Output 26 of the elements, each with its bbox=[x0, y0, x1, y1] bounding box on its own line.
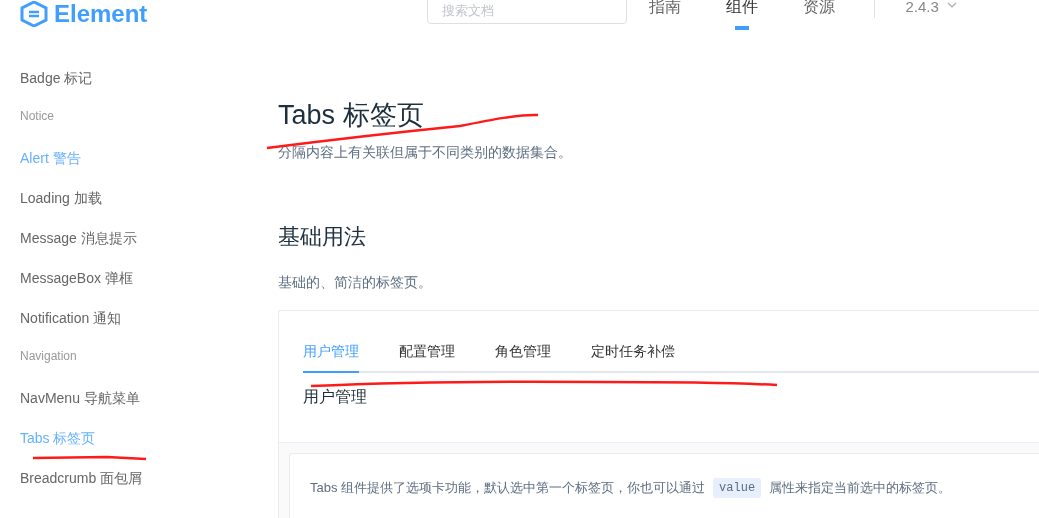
sidebar-item[interactable]: Notification 通知 bbox=[20, 308, 122, 348]
sidebar-group-title: Notice bbox=[20, 108, 54, 125]
nav-link[interactable]: 组件 bbox=[726, 0, 804, 34]
sidebar-item[interactable]: Badge 标记 bbox=[20, 68, 93, 108]
description-text: Tabs 组件提供了选项卡功能，默认选中第一个标签页，你也可以通过 bbox=[310, 479, 706, 497]
active-indicator bbox=[735, 26, 750, 30]
tab[interactable]: 角色管理 bbox=[495, 335, 551, 373]
sidebar-item[interactable]: MessageBox 弹框 bbox=[20, 268, 133, 308]
sidebar-item[interactable]: NavMenu 导航菜单 bbox=[20, 388, 140, 428]
inline-code: value bbox=[713, 478, 762, 498]
tab[interactable]: 配置管理 bbox=[399, 335, 455, 373]
description-text: 属性来指定当前选中的标签页。 bbox=[769, 479, 952, 497]
logo-shield-icon bbox=[20, 1, 48, 27]
sidebar-item[interactable]: Loading 加载 bbox=[20, 188, 102, 228]
chevron-down-icon bbox=[946, 0, 957, 10]
page-subtitle: 分隔内容上有关联但属于不同类别的数据集合。 bbox=[278, 144, 572, 162]
sidebar-item[interactable]: Breadcrumb 面包屑 bbox=[20, 468, 143, 508]
tab-content: 用户管理 bbox=[303, 387, 368, 407]
tab[interactable]: 定时任务补偿 bbox=[591, 335, 675, 373]
version-dropdown[interactable]: 2.4.3 bbox=[905, 0, 957, 14]
section-heading: 基础用法 bbox=[278, 223, 366, 251]
page-title: Tabs 标签页 bbox=[278, 100, 424, 130]
search-field[interactable]: 搜索文档 bbox=[427, 0, 628, 24]
sidebar-group-title: Navigation bbox=[20, 348, 77, 365]
section-description: 基础的、简洁的标签页。 bbox=[278, 274, 432, 292]
sidebar-item[interactable]: Message 消息提示 bbox=[20, 228, 137, 268]
